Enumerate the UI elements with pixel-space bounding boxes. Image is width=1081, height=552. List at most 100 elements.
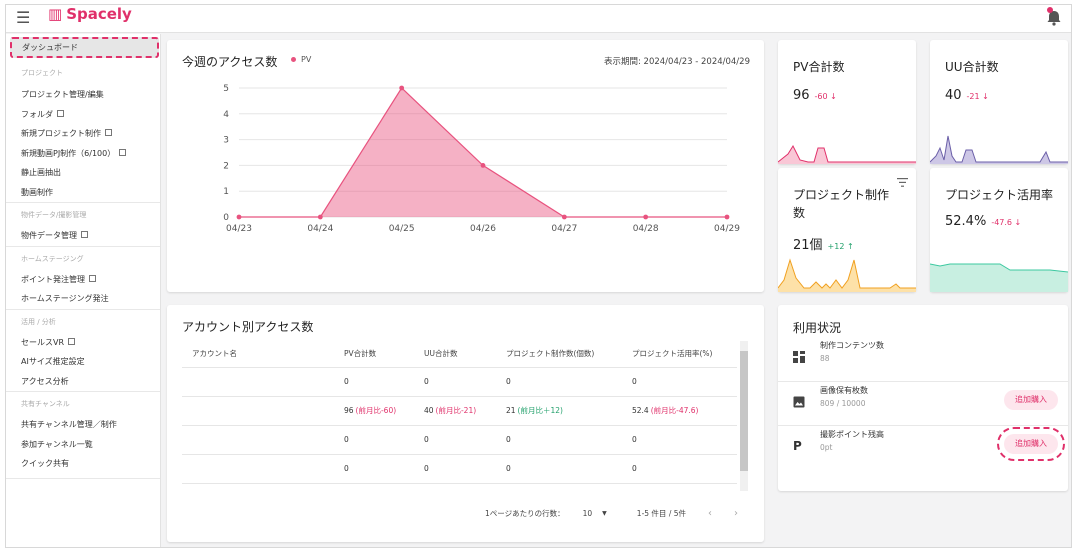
delta-text: (前月比-47.6) (650, 406, 699, 415)
project-utilization-title: プロジェクト活用率 (945, 188, 1054, 202)
pv-total-title: PV合計数 (793, 60, 845, 74)
sidebar-item[interactable]: アクセス分析 (6, 372, 160, 392)
project-utilization-value-row: 52.4% -47.6 ↓ (945, 214, 1021, 229)
pv-total-value-row: 96 -60 ↓ (793, 88, 837, 103)
chart-legend[interactable]: PV (291, 55, 311, 64)
project-utilization-card: プロジェクト活用率 52.4% -47.6 ↓ (930, 168, 1068, 292)
sidebar-item[interactable]: 参加チャンネル一覧 (6, 435, 160, 455)
table-cell: 0 (334, 454, 414, 484)
legend-label: PV (301, 55, 312, 64)
delta-text: (前月比-60) (355, 406, 397, 415)
column-header-uu[interactable]: UU合計数 (414, 341, 496, 368)
sidebar-item[interactable]: フォルダ (6, 105, 160, 125)
data-point (399, 85, 405, 91)
x-tick-label: 04/27 (551, 224, 577, 234)
usage-label: 制作コンテンツ数 (820, 341, 884, 350)
bell-icon[interactable] (1045, 7, 1063, 27)
uu-total-delta: -21 ↓ (966, 92, 989, 101)
data-point (317, 214, 323, 220)
column-header-pv[interactable]: PV合計数 (334, 341, 414, 368)
weekly-access-card: 0 1 2 3 4 5 04/23 04/24 04/25 04/26 04/27 04/28 04/2… (167, 40, 764, 292)
usage-value: 809 / 10000 (820, 399, 866, 408)
usage-value: 0pt (820, 443, 833, 452)
uu-sparkline (930, 135, 1068, 164)
sidebar-item[interactable]: ポイント発注管理 (6, 270, 160, 290)
filter-list-icon[interactable] (897, 178, 908, 187)
sidebar-item[interactable]: クイック共有 (6, 454, 160, 474)
usage-value: 88 (820, 354, 830, 363)
weekly-access-title: 今週のアクセス数 (182, 55, 278, 69)
table-cell: 0 (414, 425, 496, 455)
sidebar-item[interactable]: 物件データ管理 (6, 226, 160, 246)
sidebar-groups: プロジェクト プロジェクト管理/編集 フォルダ 新規プロジェクト制作 新規動画PJ制作（… (6, 61, 160, 474)
data-point (643, 214, 649, 220)
usage-label: 撮影ポイント残高 (820, 430, 884, 439)
sidebar-item[interactable]: 新規動画PJ制作（6/100） (6, 144, 160, 164)
table-row[interactable]: 96 (前月比-60) 40 (前月比-21) 21 (前月比＋12) 52.4 (前月比-4… (182, 396, 737, 426)
usage-status-title: 利用状況 (793, 321, 842, 335)
sidebar: ダッシュボード プロジェクト プロジェクト管理/編集 フォルダ 新規プロジェクト制作新… (6, 34, 161, 547)
project-utilization-delta: -47.6 ↓ (991, 218, 1022, 227)
sidebar-section-label: 物件データ/撮影管理 (6, 202, 160, 226)
menu-icon[interactable]: ☰ (16, 8, 30, 27)
y-tick-label: 3 (223, 136, 229, 146)
sidebar-item-dashboard[interactable]: ダッシュボード (10, 37, 159, 58)
table-cell: 0 (622, 454, 737, 484)
x-tick-label: 04/26 (470, 224, 496, 234)
previous-page-icon[interactable]: ‹ (708, 508, 712, 519)
table-cell: 96 (前月比-60) (334, 396, 414, 426)
sidebar-item[interactable]: 動画制作 (6, 183, 160, 203)
table-cell (182, 454, 334, 484)
usage-label: 画像保有枚数 (820, 386, 868, 395)
table-cell: 40 (前月比-21) (414, 396, 496, 426)
account-access-card: アカウント別アクセス数 アカウント名 PV合計数 UU合計数 プロジェクト制作数… (167, 305, 764, 542)
table-row[interactable]: 0000 (182, 454, 737, 484)
weekly-access-chart: 0 1 2 3 4 5 04/23 04/24 04/25 04/26 04/27 04/28 04/2… (223, 84, 740, 234)
logo[interactable]: ▥ Spacely (48, 5, 132, 23)
dropdown-arrow-icon: ▼ (602, 510, 607, 517)
sidebar-item[interactable]: ホームステージング発注 (6, 289, 160, 309)
account-table-body: 0 0 0 0 96 (前月比-60) 40 (前月比-21) 21 (前月比＋12) 52.4 (前… (182, 367, 737, 484)
usage-row-points: P 撮影ポイント残高 0pt 追加購入 (778, 425, 1068, 465)
sidebar-item[interactable]: プロジェクト管理/編集 (6, 85, 160, 105)
table-cell: 0 (334, 425, 414, 455)
external-link-icon (105, 129, 112, 136)
next-page-icon[interactable]: › (734, 508, 738, 519)
top-header: ☰ ▥ Spacely (6, 5, 1071, 33)
column-header-account[interactable]: アカウント名 (182, 341, 334, 368)
image-icon (793, 396, 805, 408)
sidebar-item[interactable]: 新規プロジェクト制作 (6, 124, 160, 144)
table-header-row: アカウント名 PV合計数 UU合計数 プロジェクト制作数(個数) プロジェクト活… (182, 341, 737, 368)
table-row[interactable]: 0000 (182, 367, 737, 397)
sidebar-item[interactable]: 静止画抽出 (6, 163, 160, 183)
app-window: ☰ ▥ Spacely ダッシュボード プロジェクト プロジェクト管理/編集 フォル… (5, 4, 1072, 548)
account-access-title: アカウント別アクセス数 (182, 320, 314, 334)
external-link-icon (57, 109, 64, 117)
column-header-utilization[interactable]: プロジェクト活用率(%) (622, 341, 737, 368)
legend-dot-icon (291, 57, 296, 62)
pv-sparkline (778, 144, 916, 164)
table-cell (182, 396, 334, 426)
rows-per-page-select[interactable]: 10 ▼ (583, 509, 607, 518)
pv-total-value: 96 (793, 88, 810, 103)
sidebar-item[interactable]: セールスVR (6, 333, 160, 353)
sidebar-item[interactable]: AIサイズ推定設定 (6, 352, 160, 372)
external-link-icon (68, 337, 76, 345)
external-link-icon (119, 148, 127, 156)
column-header-projects[interactable]: プロジェクト制作数(個数) (496, 341, 622, 368)
x-tick-label: 04/28 (633, 224, 659, 234)
buy-points-button[interactable]: 追加購入 (997, 427, 1065, 461)
table-cell: 0 (496, 454, 622, 484)
project-count-title: プロジェクト制作 数 (793, 188, 890, 220)
table-row[interactable]: 0000 (182, 425, 737, 455)
table-cell: 21 (前月比＋12) (496, 396, 622, 426)
points-icon: P (793, 439, 802, 453)
table-cell: 0 (334, 367, 414, 397)
buy-images-button[interactable]: 追加購入 (1004, 390, 1058, 410)
table-scrollbar[interactable] (740, 341, 748, 491)
table-cell: 52.4 (前月比-47.6) (622, 396, 737, 426)
sidebar-section-label: 共有チャンネル (6, 391, 160, 415)
sidebar-item[interactable]: 共有チャンネル管理／制作 (6, 415, 160, 435)
logo-text: Spacely (66, 5, 132, 23)
scrollbar-thumb[interactable] (740, 351, 748, 471)
